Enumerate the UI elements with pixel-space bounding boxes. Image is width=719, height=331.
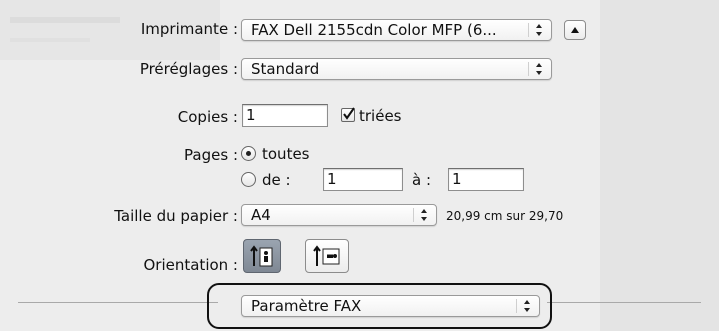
- presets-label: Préréglages :: [139, 60, 238, 78]
- copies-input[interactable]: 1: [242, 104, 328, 127]
- collate-label: triées: [359, 107, 402, 125]
- printer-value: FAX Dell 2155cdn Color MFP (6...: [251, 21, 497, 39]
- triangle-up-icon: [571, 27, 579, 33]
- separator-line-right: [547, 302, 701, 303]
- popup-arrows-icon: [524, 300, 530, 312]
- pages-label: Pages :: [184, 146, 238, 164]
- presets-value: Standard: [251, 60, 320, 78]
- pages-to-input[interactable]: 1: [448, 168, 524, 191]
- pages-range-from-label: de :: [262, 171, 291, 189]
- separator-line-left: [18, 302, 218, 303]
- paper-size-popup[interactable]: A4: [241, 204, 437, 226]
- collate-checkbox[interactable]: [341, 107, 355, 122]
- orientation-label: Orientation :: [143, 256, 238, 274]
- copies-label: Copies :: [177, 108, 238, 126]
- printer-popup[interactable]: FAX Dell 2155cdn Color MFP (6...: [241, 19, 552, 41]
- pages-range-to-label: à :: [412, 171, 432, 189]
- background-window-ghost: [0, 0, 719, 331]
- panel-menu-value: Paramètre FAX: [251, 297, 362, 315]
- printer-disclosure-button[interactable]: [564, 20, 586, 40]
- popup-arrows-icon: [421, 209, 427, 221]
- portrait-person-icon: [250, 245, 273, 267]
- presets-popup[interactable]: Standard: [241, 58, 552, 80]
- pages-all-radio[interactable]: [241, 146, 256, 161]
- panel-menu-popup[interactable]: Paramètre FAX: [241, 295, 540, 317]
- orientation-portrait-button[interactable]: [243, 239, 281, 273]
- popup-arrows-icon: [536, 24, 542, 36]
- pages-from-input[interactable]: 1: [323, 168, 403, 191]
- orientation-landscape-button[interactable]: [305, 239, 349, 273]
- popup-arrows-icon: [536, 63, 542, 75]
- paper-size-label: Taille du papier :: [114, 207, 238, 225]
- paper-dimensions: 20,99 cm sur 29,70: [446, 209, 564, 223]
- radio-selected-dot: [246, 151, 251, 156]
- pages-range-radio[interactable]: [241, 172, 256, 187]
- checkmark-icon: [343, 107, 355, 120]
- pages-all-label: toutes: [262, 145, 310, 163]
- landscape-person-icon: [313, 245, 340, 266]
- printer-label: Imprimante :: [140, 20, 238, 38]
- paper-size-value: A4: [251, 206, 271, 224]
